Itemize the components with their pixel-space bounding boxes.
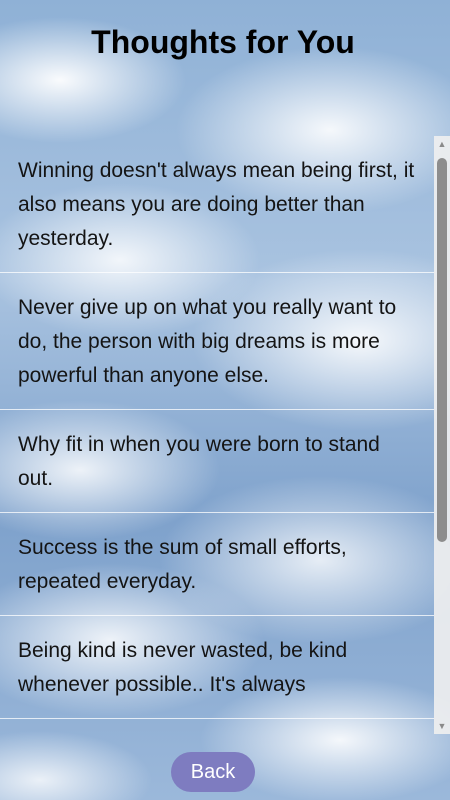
scroll-thumb[interactable] (437, 158, 447, 542)
back-button[interactable]: Back (171, 752, 255, 792)
list-item[interactable]: Why fit in when you were born to stand o… (0, 410, 434, 513)
quote-text: Winning doesn't always mean being first,… (18, 159, 415, 250)
list-item[interactable]: Being kind is never wasted, be kind when… (0, 616, 434, 719)
list-item[interactable]: Winning doesn't always mean being first,… (0, 136, 434, 273)
quote-text: Why fit in when you were born to stand o… (18, 433, 380, 490)
quote-text: Success is the sum of small efforts, rep… (18, 536, 347, 593)
quote-text: Being kind is never wasted, be kind when… (18, 639, 348, 696)
vertical-scrollbar[interactable]: ▲ ▼ (434, 136, 450, 734)
quote-text: Never give up on what you really want to… (18, 296, 397, 387)
scroll-up-icon[interactable]: ▲ (434, 136, 450, 152)
quotes-list[interactable]: Winning doesn't always mean being first,… (0, 136, 434, 734)
list-item[interactable]: Success is the sum of small efforts, rep… (0, 513, 434, 616)
scroll-down-icon[interactable]: ▼ (434, 718, 450, 734)
page-title: Thoughts for You (91, 24, 355, 60)
list-item[interactable]: Never give up on what you really want to… (0, 273, 434, 410)
